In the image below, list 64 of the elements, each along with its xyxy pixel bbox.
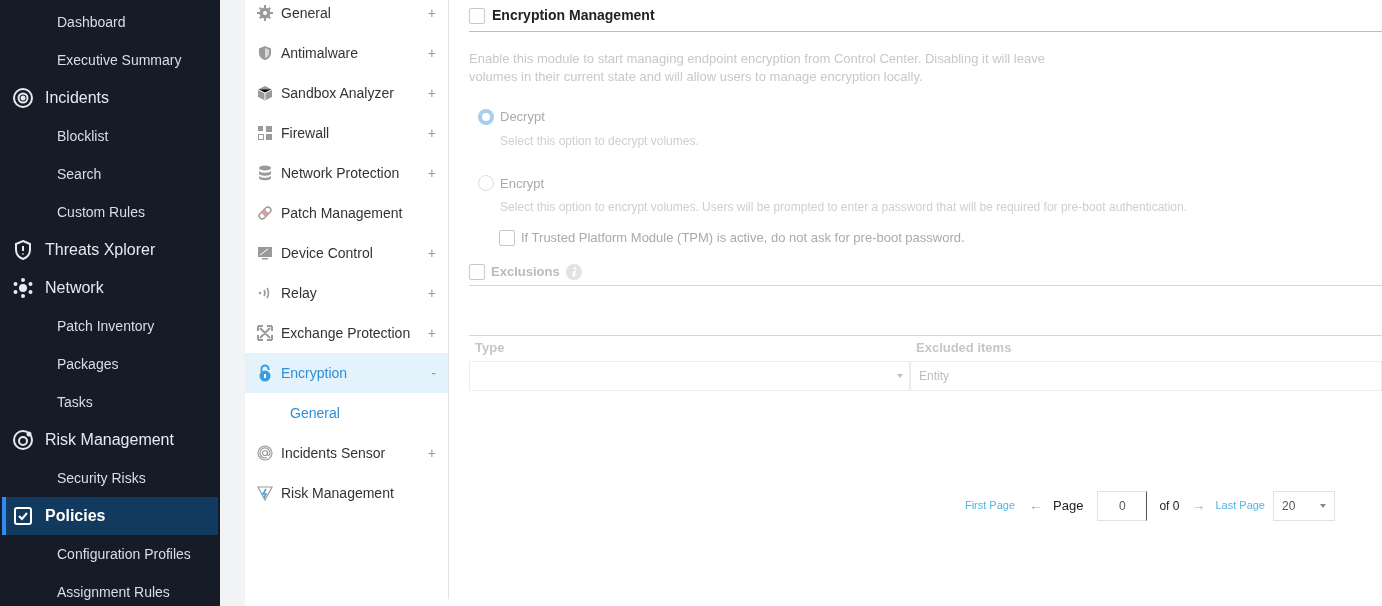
network-icon <box>12 277 34 299</box>
checkbox[interactable] <box>469 264 485 280</box>
target-icon <box>12 87 34 109</box>
shield-check-icon <box>12 505 34 527</box>
checkbox-label: If Trusted Platform Module (TPM) is active, do not ask for pre-boot password. <box>521 229 965 247</box>
monitor-icon <box>257 245 273 261</box>
caret-icon <box>897 373 903 378</box>
option-label: Decrypt <box>500 108 545 126</box>
module-item[interactable]: Firewall + <box>245 113 448 153</box>
at-sign-icon <box>257 445 273 461</box>
shield-icon <box>13 239 33 261</box>
database-icon <box>258 165 272 181</box>
gear-icon <box>257 5 273 21</box>
module-item[interactable]: Risk Management <box>245 473 448 513</box>
sidebar-item[interactable]: Packages <box>0 345 220 383</box>
sidebar-item[interactable]: Search <box>0 155 220 193</box>
sidebar-item[interactable]: Incidents <box>0 79 220 117</box>
sidebar-item[interactable]: Executive Summary <box>0 41 220 79</box>
column-header: Excluded items <box>916 339 1012 358</box>
module-item[interactable]: Incidents Sensor + <box>245 433 448 473</box>
module-item[interactable]: Relay + <box>245 273 448 313</box>
sidebar-item[interactable]: Configuration Profiles <box>0 535 220 573</box>
module-item[interactable]: Patch Management <box>245 193 448 233</box>
option-label: Encrypt <box>500 174 545 193</box>
bandage-icon <box>257 205 273 221</box>
module-item[interactable]: Antimalware + <box>245 33 448 73</box>
sidebar-item[interactable]: Tasks <box>0 383 220 421</box>
module-item[interactable]: General + <box>245 0 448 33</box>
column-header: Type <box>474 339 506 358</box>
sidebar-item[interactable]: Patch Inventory <box>0 307 220 345</box>
shield-icon <box>257 45 273 61</box>
warning-bolt-icon <box>257 485 273 501</box>
radar-icon <box>12 429 34 451</box>
sidebar-item[interactable]: Threats Xplorer <box>0 231 220 269</box>
arrows-icon <box>257 325 273 341</box>
sidebar-item[interactable]: Blocklist <box>0 117 220 155</box>
page-field[interactable]: 0 <box>1097 490 1148 521</box>
entity-field[interactable]: Entity <box>910 360 1382 391</box>
radio-button[interactable] <box>478 175 494 192</box>
cube-icon <box>257 85 273 101</box>
section-title: Encryption Management <box>492 6 655 25</box>
blocks-icon <box>257 125 273 141</box>
module-item[interactable]: Device Control + <box>245 233 448 273</box>
module-item[interactable]: Network Protection + <box>245 153 448 193</box>
sidebar-item[interactable]: Custom Rules <box>0 193 220 231</box>
module-item[interactable]: Exchange Protection + <box>245 313 448 353</box>
checkbox[interactable] <box>499 229 515 246</box>
caret-icon <box>1320 503 1326 508</box>
sidebar-item[interactable]: Assignment Rules <box>0 573 220 606</box>
page-count: of 0 <box>1159 497 1180 515</box>
sidebar-item[interactable]: Policies <box>2 497 218 535</box>
padlock-icon <box>258 364 272 382</box>
module-subitem[interactable]: General <box>245 393 448 433</box>
checkbox[interactable] <box>469 7 485 24</box>
sidebar-item[interactable]: Network <box>0 269 220 307</box>
page-size-dropdown[interactable]: 20 <box>1273 490 1335 521</box>
sidebar-item[interactable]: Dashboard <box>0 3 220 41</box>
module-item[interactable]: Sandbox Analyzer + <box>245 73 448 113</box>
sidebar-item[interactable]: Security Risks <box>0 459 220 497</box>
radio-button[interactable] <box>478 108 494 125</box>
info-icon <box>565 264 582 280</box>
page-label: Page <box>1053 496 1084 515</box>
section-title: Exclusions <box>491 263 560 282</box>
sidebar-item[interactable]: Risk Management <box>0 421 220 459</box>
